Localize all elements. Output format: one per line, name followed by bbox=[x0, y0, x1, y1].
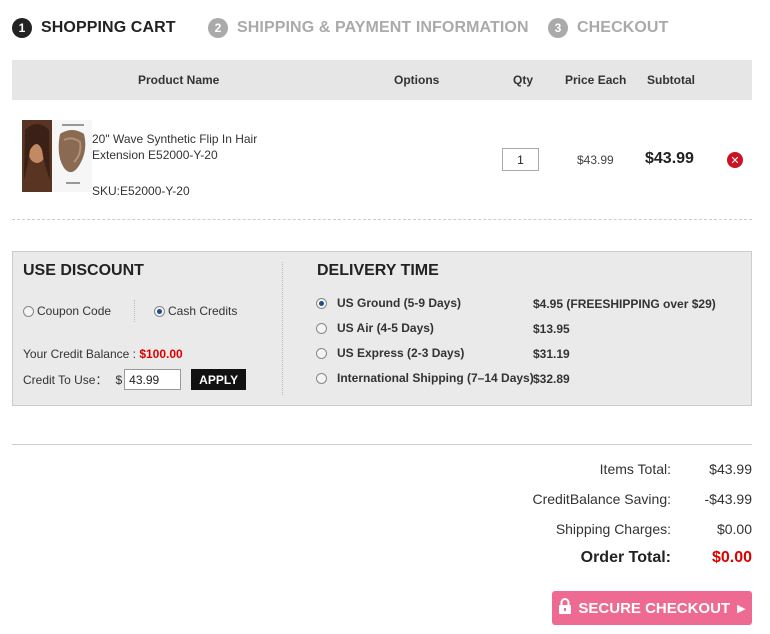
divider bbox=[134, 300, 135, 322]
delivery-time-title: DELIVERY TIME bbox=[317, 262, 439, 279]
delivery-option-price: $13.95 bbox=[533, 322, 570, 336]
delivery-option-label: US Express (2-3 Days) bbox=[337, 346, 465, 360]
delivery-option-label: International Shipping (7–14 Days) bbox=[337, 371, 534, 385]
delivery-option-us-express[interactable]: US Express (2-3 Days) bbox=[316, 346, 464, 360]
step-number: 1 bbox=[12, 18, 32, 38]
step-number: 3 bbox=[548, 18, 568, 38]
product-name-link[interactable]: 20" Wave Synthetic Flip In Hair Extensio… bbox=[92, 131, 292, 163]
cash-credits-radio[interactable]: Cash Credits bbox=[154, 304, 237, 318]
step-shopping-cart: 1 SHOPPING CART bbox=[12, 16, 176, 40]
radio-button[interactable] bbox=[154, 305, 165, 317]
apply-button[interactable]: APPLY bbox=[191, 369, 247, 390]
col-options: Options bbox=[394, 73, 440, 87]
price-each: $43.99 bbox=[577, 153, 614, 167]
delivery-option-us-ground[interactable]: US Ground (5-9 Days) bbox=[316, 296, 461, 310]
discount-delivery-panel: USE DISCOUNT Coupon Code Cash Credits Yo… bbox=[12, 251, 752, 406]
order-total-label: Order Total: bbox=[580, 549, 671, 566]
divider bbox=[12, 444, 752, 445]
currency-symbol: $ bbox=[115, 372, 123, 387]
credit-saving-label: CreditBalance Saving: bbox=[532, 491, 671, 507]
remove-item-icon[interactable]: ✕ bbox=[727, 152, 743, 168]
col-subtotal: Subtotal bbox=[647, 73, 695, 87]
radio-button[interactable] bbox=[23, 305, 34, 317]
credit-amount-input[interactable] bbox=[124, 369, 182, 390]
secure-checkout-button[interactable]: SECURE CHECKOUT ▶ bbox=[552, 591, 752, 625]
delivery-option-price: $4.95 (FREESHIPPING over $29) bbox=[533, 297, 716, 311]
step-label: SHOPPING CART bbox=[41, 19, 176, 36]
col-price-each: Price Each bbox=[565, 73, 627, 87]
step-label: SHIPPING & PAYMENT INFORMATION bbox=[237, 19, 529, 36]
chevron-right-icon: ▶ bbox=[737, 602, 746, 615]
delivery-option-price: $32.89 bbox=[533, 372, 570, 386]
cash-credits-label: Cash Credits bbox=[168, 304, 238, 318]
items-total-label: Items Total: bbox=[599, 461, 671, 477]
step-shipping-payment: 2 SHIPPING & PAYMENT INFORMATION bbox=[208, 16, 529, 40]
radio-button[interactable] bbox=[316, 347, 327, 359]
shipping-charges-value: $0.00 bbox=[716, 521, 752, 537]
radio-button[interactable] bbox=[316, 322, 327, 334]
delivery-option-us-air[interactable]: US Air (4-5 Days) bbox=[316, 321, 434, 335]
use-discount-title: USE DISCOUNT bbox=[23, 262, 144, 279]
delivery-option-international[interactable]: International Shipping (7–14 Days) bbox=[316, 371, 534, 385]
product-sku: SKU:E52000-Y-20 bbox=[92, 184, 190, 198]
cart-table-header: Product Name Options Qty Price Each Subt… bbox=[12, 60, 752, 100]
credit-balance: Your Credit Balance : $100.00 bbox=[23, 347, 183, 361]
col-product-name: Product Name bbox=[138, 73, 220, 87]
secure-checkout-label: SECURE CHECKOUT bbox=[578, 599, 731, 617]
step-checkout: 3 CHECKOUT bbox=[548, 16, 668, 40]
cart-item-row: 20" Wave Synthetic Flip In Hair Extensio… bbox=[12, 100, 752, 220]
delivery-option-label: US Ground (5-9 Days) bbox=[337, 296, 462, 310]
coupon-code-label: Coupon Code bbox=[37, 304, 112, 318]
credit-to-use-row: Credit To Use： $ APPLY bbox=[23, 369, 247, 390]
col-qty: Qty bbox=[513, 73, 534, 87]
delivery-option-price: $31.19 bbox=[533, 347, 570, 361]
radio-button[interactable] bbox=[316, 297, 327, 309]
credit-balance-value: $100.00 bbox=[139, 347, 183, 361]
step-label: CHECKOUT bbox=[577, 19, 669, 36]
delivery-option-label: US Air (4-5 Days) bbox=[337, 321, 434, 335]
panel-divider bbox=[282, 262, 283, 395]
items-total-value: $43.99 bbox=[709, 461, 752, 477]
radio-button[interactable] bbox=[316, 372, 327, 384]
item-subtotal: $43.99 bbox=[645, 150, 694, 167]
order-total-value: $0.00 bbox=[711, 549, 752, 566]
credit-saving-value: -$43.99 bbox=[704, 491, 752, 507]
product-thumbnail[interactable] bbox=[22, 120, 92, 192]
shipping-charges-label: Shipping Charges: bbox=[555, 521, 671, 537]
quantity-input[interactable] bbox=[502, 148, 539, 171]
checkout-steps: 1 SHOPPING CART 2 SHIPPING & PAYMENT INF… bbox=[12, 16, 752, 40]
step-number: 2 bbox=[208, 18, 228, 38]
credit-balance-label: Your Credit Balance : bbox=[23, 347, 136, 361]
credit-to-use-label: Credit To Use： bbox=[23, 373, 108, 387]
coupon-code-radio[interactable]: Coupon Code bbox=[23, 304, 111, 318]
lock-icon bbox=[558, 598, 572, 618]
